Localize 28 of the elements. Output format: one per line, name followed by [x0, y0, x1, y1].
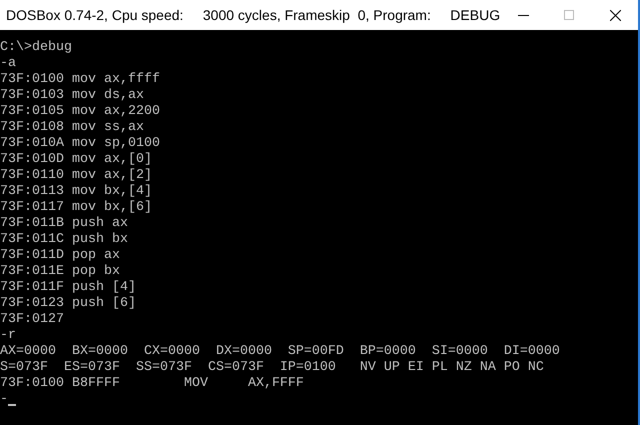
terminal-line: 73F:0123 push [6] — [0, 296, 136, 312]
terminal-line: 73F:0117 mov bx,[6] — [0, 200, 152, 216]
terminal-line: 73F:0108 mov ss,ax — [0, 120, 144, 136]
terminal-line: 73F:0100 mov ax,ffff — [0, 72, 160, 88]
maximize-icon — [564, 10, 574, 20]
text-cursor — [8, 404, 16, 406]
terminal-line: 73F:0103 mov ds,ax — [0, 88, 144, 104]
terminal-line: 73F:011B push ax — [0, 216, 128, 232]
terminal-line: 73F:010A mov sp,0100 — [0, 136, 160, 152]
terminal-line: 73F:0110 mov ax,[2] — [0, 168, 152, 184]
terminal-line: - — [0, 392, 8, 408]
terminal-line: S=073F ES=073F SS=073F CS=073F IP=0100 NV UP EI PL NZ NA PO NC — [0, 360, 544, 376]
terminal-line: 73F:011C push bx — [0, 232, 128, 248]
terminal-line: 73F:0105 mov ax,2200 — [0, 104, 160, 120]
terminal-line: AX=0000 BX=0000 CX=0000 DX=0000 SP=00FD BP=0000 SI=0000 DI=0000 — [0, 344, 560, 360]
terminal-line: -a — [0, 56, 16, 72]
minimize-icon — [518, 14, 529, 16]
terminal-line: 73F:011E pop bx — [0, 264, 120, 280]
terminal-line: 73F:011F push [4] — [0, 280, 136, 296]
terminal-line: 73F:011D pop ax — [0, 248, 120, 264]
terminal-line: 73F:0113 mov bx,[4] — [0, 184, 152, 200]
terminal-line: 73F:0100 B8FFFF MOV AX,FFFF — [0, 376, 304, 392]
terminal-line: C:\>debug — [0, 40, 72, 56]
terminal-line: 73F:010D mov ax,[0] — [0, 152, 152, 168]
terminal-line: 73F:0127 — [0, 312, 64, 328]
window-title: DOSBox 0.74-2, Cpu speed: 3000 cycles, Frameskip 0, Program: DEBUG — [6, 6, 500, 25]
close-icon — [610, 10, 621, 20]
terminal-line: -r — [0, 328, 16, 344]
